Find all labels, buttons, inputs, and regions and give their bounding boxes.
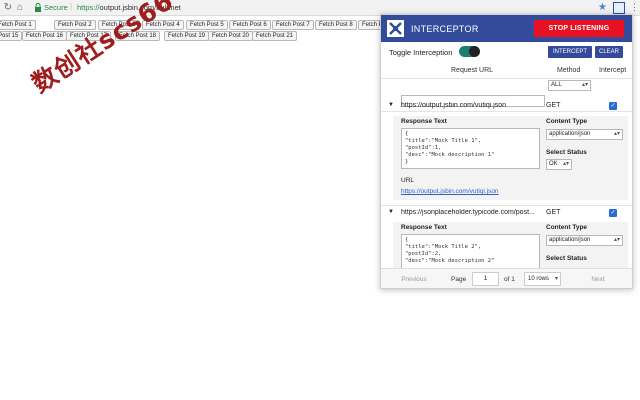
clear-button[interactable]: CLEAR bbox=[595, 46, 623, 58]
fetch-post-button[interactable]: Fetch Post 16 bbox=[22, 31, 68, 41]
url-protocol: https:// bbox=[77, 3, 100, 12]
header-divider bbox=[381, 78, 632, 79]
url-label: URL bbox=[401, 177, 415, 184]
response-text-label: Response Text bbox=[401, 118, 447, 125]
fetch-post-button[interactable]: Fetch Post 20 bbox=[208, 31, 254, 41]
toggle-interception-label: Toggle Interception bbox=[389, 48, 453, 57]
content-type-label: Content Type bbox=[546, 224, 588, 231]
column-header-url: Request URL bbox=[451, 67, 494, 74]
content-type-value: application/json bbox=[549, 131, 591, 137]
panel-title: INTERCEPTOR bbox=[411, 24, 479, 34]
fetch-post-button[interactable]: Fetch Post 21 bbox=[252, 31, 298, 41]
home-icon[interactable]: ⌂ bbox=[14, 2, 26, 14]
method-filter-value: ALL bbox=[551, 82, 562, 88]
next-page-button[interactable]: Next bbox=[567, 272, 629, 287]
chevron-down-icon: ▴▾ bbox=[613, 237, 620, 243]
status-select[interactable]: OK ▴▾ bbox=[546, 159, 572, 170]
stop-listening-button[interactable]: STOP LISTENING bbox=[534, 20, 624, 37]
request-detail: Response Text { "title":"Mock Title 2", … bbox=[393, 222, 628, 275]
fetch-post-button[interactable]: Fetch Post 7 bbox=[272, 20, 314, 30]
request-row-content: https://output.jsbin.com/vutiqi.json GET… bbox=[381, 100, 632, 114]
request-url: https://jsonplaceholder.typicode.com/pos… bbox=[401, 209, 535, 216]
previous-page-button[interactable]: Previous bbox=[385, 272, 443, 287]
interceptor-extension-icon[interactable] bbox=[613, 2, 625, 14]
response-text-label: Response Text bbox=[401, 224, 447, 231]
intercept-checkbox[interactable]: ✓ bbox=[609, 102, 617, 110]
page-number-input[interactable]: 1 bbox=[472, 272, 499, 286]
interceptor-panel: INTERCEPTOR STOP LISTENING Toggle Interc… bbox=[380, 14, 633, 289]
content-type-select[interactable]: application/json ▴▾ bbox=[546, 235, 623, 246]
fetch-post-button[interactable]: Fetch Post 1 bbox=[0, 20, 36, 30]
reload-icon[interactable]: ↻ bbox=[2, 2, 14, 14]
method-filter-select[interactable]: ALL ▴▾ bbox=[548, 80, 591, 91]
chevron-down-icon: ▴▾ bbox=[581, 82, 588, 88]
rows-per-page-value: 10 rows bbox=[528, 276, 550, 282]
fetch-post-button[interactable]: Fetch Post 19 bbox=[164, 31, 210, 41]
content-type-select[interactable]: application/json ▴▾ bbox=[546, 129, 623, 140]
menu-dots-icon[interactable]: ⋮ bbox=[630, 2, 639, 13]
chevron-down-icon: ▾ bbox=[554, 276, 558, 282]
row-divider bbox=[381, 205, 632, 206]
request-detail: Response Text { "title":"Mock Title 1", … bbox=[393, 116, 628, 200]
bookmark-star-icon[interactable]: ★ bbox=[598, 2, 607, 13]
select-status-label: Select Status bbox=[546, 255, 587, 262]
secure-label: Secure bbox=[44, 3, 68, 12]
column-header-method: Method bbox=[557, 67, 581, 74]
toggle-knob bbox=[469, 46, 480, 57]
response-text-area[interactable]: { "title":"Mock Title 1", "postId":1, "d… bbox=[401, 128, 540, 169]
intercept-checkbox[interactable]: ✓ bbox=[609, 209, 617, 217]
fetch-post-button[interactable]: Fetch Post 5 bbox=[186, 20, 228, 30]
page-count-label: of 1 bbox=[504, 276, 515, 283]
row-expand-icon[interactable]: ▼ bbox=[388, 209, 394, 215]
request-row[interactable]: ▼ https://jsonplaceholder.typicode.com/p… bbox=[381, 207, 632, 221]
fetch-post-button[interactable]: Post 15 bbox=[0, 31, 23, 41]
column-header-intercept: Intercept bbox=[599, 67, 627, 74]
fetch-post-button[interactable]: Fetch Post 8 bbox=[315, 20, 357, 30]
select-status-label: Select Status bbox=[546, 149, 587, 156]
request-url: https://output.jsbin.com/vutiqi.json bbox=[401, 102, 507, 109]
lock-icon bbox=[35, 3, 41, 12]
intercept-button[interactable]: INTERCEPT bbox=[548, 46, 592, 58]
url-separator: | bbox=[70, 2, 73, 11]
page-label: Page bbox=[451, 276, 467, 283]
request-method: GET bbox=[546, 209, 561, 216]
panel-header: INTERCEPTOR STOP LISTENING bbox=[381, 15, 632, 42]
content-type-value: application/json bbox=[549, 237, 591, 243]
content-type-label: Content Type bbox=[546, 118, 588, 125]
interceptor-logo-icon bbox=[387, 20, 404, 37]
chevron-down-icon: ▴▾ bbox=[613, 131, 620, 137]
toggle-interception-switch[interactable] bbox=[459, 46, 480, 57]
status-value: OK bbox=[549, 161, 558, 167]
fetch-post-button[interactable]: Fetch Post 6 bbox=[229, 20, 271, 30]
chevron-down-icon: ▴▾ bbox=[562, 161, 569, 167]
rows-per-page-select[interactable]: 10 rows ▾ bbox=[524, 272, 561, 286]
request-method: GET bbox=[546, 102, 561, 109]
pagination-bar: Previous Page 1 of 1 10 rows ▾ Next bbox=[381, 268, 632, 288]
request-link[interactable]: https://output.jsbin.com/vutiqi.json bbox=[401, 188, 499, 195]
